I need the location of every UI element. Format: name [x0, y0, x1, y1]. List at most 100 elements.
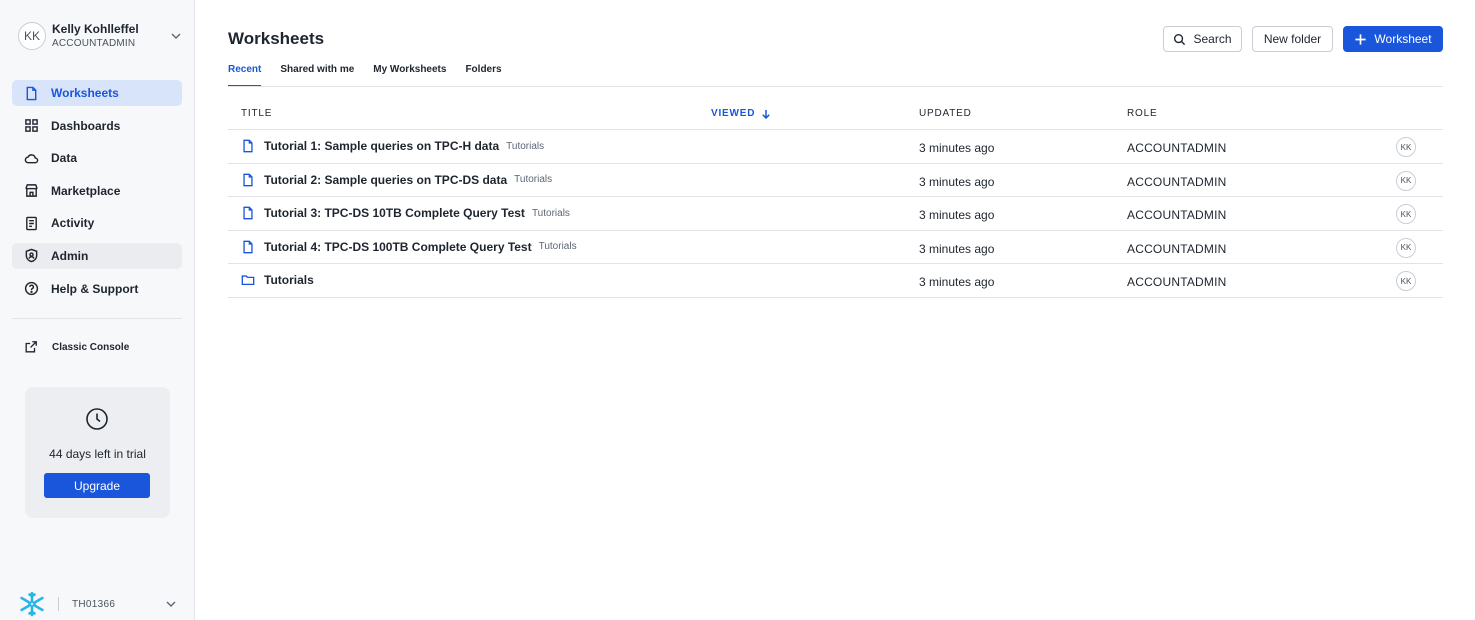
sidebar-item-label: Activity [51, 216, 94, 230]
column-header-viewed-label: VIEWED [711, 108, 755, 119]
user-role: ACCOUNTADMIN [52, 37, 169, 51]
shield-icon [24, 248, 39, 263]
table-row[interactable]: Tutorials 3 minutes ago ACCOUNTADMIN KK [228, 264, 1443, 298]
search-icon [1173, 33, 1186, 46]
row-title[interactable]: Tutorial 2: Sample queries on TPC-DS dat… [264, 173, 507, 187]
document-icon [241, 240, 255, 254]
snowflake-icon [18, 591, 46, 617]
store-icon [24, 183, 39, 198]
account-separator [58, 597, 59, 611]
row-updated: 3 minutes ago [919, 275, 994, 289]
sidebar-item-admin[interactable]: Admin [12, 243, 182, 269]
table-row[interactable]: Tutorial 4: TPC-DS 100TB Complete Query … [228, 231, 1443, 265]
external-link-icon [24, 340, 38, 354]
upgrade-button[interactable]: Upgrade [44, 473, 150, 498]
row-role: ACCOUNTADMIN [1127, 175, 1227, 189]
sidebar-item-data[interactable]: Data [12, 145, 182, 171]
search-button[interactable]: Search [1163, 26, 1242, 52]
new-folder-button[interactable]: New folder [1252, 26, 1333, 52]
row-role: ACCOUNTADMIN [1127, 141, 1227, 155]
column-header-viewed[interactable]: VIEWED [711, 108, 771, 119]
row-title[interactable]: Tutorial 1: Sample queries on TPC-H data [264, 139, 499, 153]
row-updated: 3 minutes ago [919, 175, 994, 189]
row-folder-label: Tutorials [539, 241, 577, 252]
worksheet-label: Worksheet [1374, 32, 1431, 46]
document-icon [241, 206, 255, 220]
cloud-icon [24, 151, 39, 166]
row-title-cell: Tutorial 4: TPC-DS 100TB Complete Query … [241, 240, 577, 254]
classic-console-label: Classic Console [52, 342, 129, 353]
sidebar-item-worksheets[interactable]: Worksheets [12, 80, 182, 106]
row-role: ACCOUNTADMIN [1127, 242, 1227, 256]
column-header-updated[interactable]: UPDATED [919, 108, 972, 119]
tab-shared-with-me[interactable]: Shared with me [280, 62, 354, 87]
worksheets-table: TITLE VIEWED UPDATED ROLE Tutorial 1: Sa… [228, 96, 1443, 298]
add-worksheet-button[interactable]: Worksheet [1343, 26, 1443, 52]
row-updated: 3 minutes ago [919, 141, 994, 155]
document-icon [24, 86, 39, 101]
row-folder-label: Tutorials [532, 208, 570, 219]
chevron-down-icon[interactable] [169, 29, 183, 43]
activity-icon [24, 216, 39, 231]
user-menu[interactable]: KK Kelly Kohlleffel ACCOUNTADMIN [18, 21, 183, 51]
sidebar-item-label: Data [51, 151, 77, 165]
row-updated: 3 minutes ago [919, 242, 994, 256]
owner-avatar: KK [1396, 238, 1416, 258]
row-updated: 3 minutes ago [919, 208, 994, 222]
table-body: Tutorial 1: Sample queries on TPC-H data… [228, 130, 1443, 298]
tab-bar: Recent Shared with me My Worksheets Fold… [228, 62, 521, 87]
sidebar: KK Kelly Kohlleffel ACCOUNTADMIN Workshe… [0, 0, 195, 620]
help-icon [24, 281, 39, 296]
tab-folders[interactable]: Folders [465, 62, 501, 87]
trial-days-left: 44 days left in trial [25, 447, 170, 461]
owner-avatar: KK [1396, 271, 1416, 291]
table-header: TITLE VIEWED UPDATED ROLE [228, 96, 1443, 130]
row-folder-label: Tutorials [506, 141, 544, 152]
table-row[interactable]: Tutorial 2: Sample queries on TPC-DS dat… [228, 164, 1443, 198]
sidebar-item-activity[interactable]: Activity [12, 210, 182, 236]
sort-descending-icon [761, 109, 771, 119]
owner-avatar: KK [1396, 204, 1416, 224]
user-name: Kelly Kohlleffel [52, 22, 169, 37]
folder-icon [241, 273, 255, 287]
sidebar-nav: Worksheets Dashboards Data Marketplace A… [12, 80, 182, 308]
sidebar-item-dashboards[interactable]: Dashboards [12, 113, 182, 139]
sidebar-item-label: Admin [51, 249, 88, 263]
sidebar-item-label: Dashboards [51, 119, 120, 133]
table-row[interactable]: Tutorial 1: Sample queries on TPC-H data… [228, 130, 1443, 164]
document-icon [241, 139, 255, 153]
row-title-cell: Tutorial 3: TPC-DS 10TB Complete Query T… [241, 206, 570, 220]
sidebar-item-label: Worksheets [51, 86, 119, 100]
row-title[interactable]: Tutorial 4: TPC-DS 100TB Complete Query … [264, 240, 532, 254]
plus-icon [1354, 33, 1367, 46]
page-title: Worksheets [228, 29, 324, 49]
account-switcher[interactable]: TH01366 [18, 591, 178, 617]
user-info: Kelly Kohlleffel ACCOUNTADMIN [52, 22, 169, 51]
owner-avatar: KK [1396, 171, 1416, 191]
search-label: Search [1193, 32, 1231, 46]
trial-card: 44 days left in trial Upgrade [25, 387, 170, 518]
row-title-cell: Tutorial 1: Sample queries on TPC-H data… [241, 139, 544, 153]
chevron-down-icon[interactable] [164, 597, 178, 611]
tab-recent[interactable]: Recent [228, 62, 261, 87]
row-title[interactable]: Tutorial 3: TPC-DS 10TB Complete Query T… [264, 206, 525, 220]
owner-avatar: KK [1396, 137, 1416, 157]
document-icon [241, 173, 255, 187]
column-header-role[interactable]: ROLE [1127, 108, 1157, 119]
sidebar-item-marketplace[interactable]: Marketplace [12, 178, 182, 204]
tab-divider [228, 86, 1443, 87]
account-name: TH01366 [72, 599, 164, 610]
row-role: ACCOUNTADMIN [1127, 208, 1227, 222]
classic-console-link[interactable]: Classic Console [24, 340, 129, 354]
sidebar-item-help-support[interactable]: Help & Support [12, 276, 182, 302]
tab-my-worksheets[interactable]: My Worksheets [373, 62, 446, 87]
sidebar-item-label: Marketplace [51, 184, 120, 198]
row-folder-label: Tutorials [514, 174, 552, 185]
column-header-title[interactable]: TITLE [241, 108, 272, 119]
clock-icon [85, 407, 109, 431]
user-avatar: KK [18, 22, 46, 50]
row-role: ACCOUNTADMIN [1127, 275, 1227, 289]
row-title[interactable]: Tutorials [264, 273, 314, 287]
table-row[interactable]: Tutorial 3: TPC-DS 10TB Complete Query T… [228, 197, 1443, 231]
row-title-cell: Tutorials [241, 273, 314, 287]
